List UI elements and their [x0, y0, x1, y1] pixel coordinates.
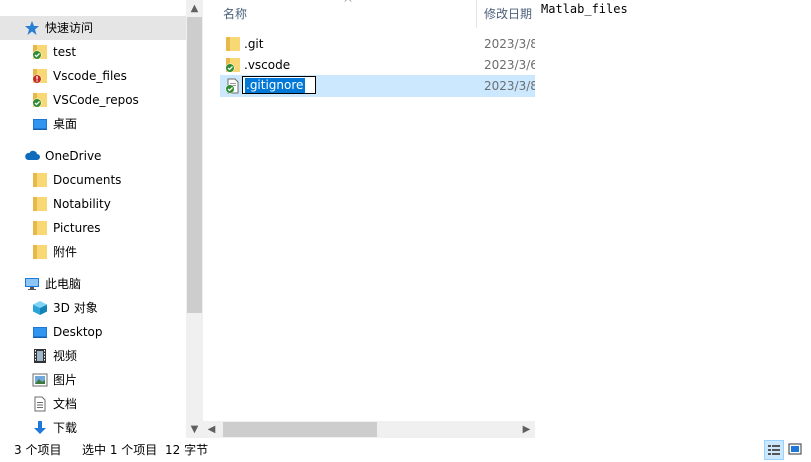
nav-item-documents[interactable]: Documents: [0, 168, 186, 192]
file-date: 2023/3/8: [484, 37, 535, 51]
nav-item-attachments[interactable]: 附件: [0, 240, 186, 264]
scroll-right-icon[interactable]: ▶: [518, 421, 535, 438]
nav-label: 附件: [53, 245, 78, 259]
document-icon: [34, 396, 46, 412]
file-name: .git: [244, 37, 264, 51]
nav-label: 桌面: [53, 117, 78, 131]
nav-label: Pictures: [53, 221, 101, 235]
nav-label: 3D 对象: [53, 301, 98, 315]
nav-item-desktop-cn[interactable]: 桌面: [0, 112, 186, 136]
file-list-hscrollbar[interactable]: ◀ ▶: [203, 421, 535, 438]
large-icons-view-icon: [788, 443, 802, 455]
nav-quick-access[interactable]: 快速访问: [0, 16, 186, 40]
file-date: 2023/3/8: [484, 79, 535, 93]
navigation-pane: 快速访问 test Vscode_files VSCode_repos 桌面 O…: [0, 0, 186, 438]
computer-icon: [25, 278, 39, 290]
scroll-down-icon[interactable]: ▼: [186, 421, 203, 438]
picture-icon: [32, 373, 48, 387]
nav-label: 下载: [53, 421, 78, 435]
nav-label: 图片: [53, 373, 78, 387]
nav-label: test: [53, 45, 77, 59]
nav-item-test[interactable]: test: [0, 40, 186, 64]
column-divider[interactable]: [476, 0, 477, 28]
folder-icon: [33, 173, 47, 187]
nav-item-3d-objects[interactable]: 3D 对象: [0, 296, 186, 320]
file-row[interactable]: .vscode 2023/3/6: [220, 54, 535, 76]
rename-input[interactable]: .gitignore: [242, 76, 316, 94]
nav-item-notability[interactable]: Notability: [0, 192, 186, 216]
scrollbar-thumb[interactable]: [223, 422, 377, 437]
nav-item-videos[interactable]: 视频: [0, 344, 186, 368]
sort-ascending-icon: ^: [343, 0, 354, 10]
nav-item-vscode-repos[interactable]: VSCode_repos: [0, 88, 186, 112]
details-view-button[interactable]: [764, 440, 784, 460]
nav-label: VSCode_repos: [53, 93, 139, 107]
file-date: 2023/3/6: [484, 58, 535, 72]
rename-text: .gitignore: [245, 78, 306, 93]
status-item-count: 3 个项目: [14, 443, 62, 457]
file-list-pane: ^ 名称 修改日期 .git 2023/3/8 .vscode 2023/3/6…: [203, 0, 535, 438]
nav-item-downloads[interactable]: 下载: [0, 416, 186, 438]
nav-label: 文档: [53, 397, 78, 411]
folder-error-icon: [32, 69, 47, 84]
nav-item-vscode-files[interactable]: Vscode_files: [0, 64, 186, 88]
file-synced-icon: [225, 78, 239, 94]
file-row-selected[interactable]: .gitignore 2023/3/8: [220, 75, 535, 97]
nav-item-desktop[interactable]: Desktop: [0, 320, 186, 344]
nav-label: Documents: [53, 173, 122, 187]
desktop-icon: [33, 119, 47, 130]
cube-icon: [33, 301, 47, 315]
status-selected: 选中 1 个项目: [82, 443, 158, 457]
nav-item-pictures-cn[interactable]: 图片: [0, 368, 186, 392]
folder-icon: [33, 197, 47, 211]
large-icons-view-button[interactable]: [786, 440, 806, 460]
nav-item-documents-cn[interactable]: 文档: [0, 392, 186, 416]
preview-pane: Matlab_files: [535, 0, 811, 438]
nav-item-pictures[interactable]: Pictures: [0, 216, 186, 240]
nav-label: OneDrive: [45, 149, 102, 163]
cloud-icon: [25, 150, 40, 160]
scrollbar-thumb[interactable]: [187, 17, 202, 313]
column-header-name[interactable]: 名称: [223, 0, 247, 28]
nav-label: 视频: [53, 349, 78, 363]
nav-label: Notability: [53, 197, 111, 211]
preview-text: Matlab_files: [541, 2, 628, 16]
nav-label: 快速访问: [45, 21, 94, 35]
folder-synced-icon: [32, 45, 47, 60]
folder-icon: [33, 245, 47, 259]
download-icon: [34, 421, 46, 434]
video-icon: [34, 349, 46, 363]
status-bar: 3 个项目 选中 1 个项目 12 字节: [0, 438, 811, 462]
nav-label: Desktop: [53, 325, 103, 339]
folder-synced-icon: [32, 93, 47, 108]
desktop-icon: [33, 327, 47, 338]
nav-label: Vscode_files: [53, 69, 127, 83]
star-icon: [25, 21, 39, 35]
folder-synced-icon: [225, 58, 240, 73]
nav-this-pc[interactable]: 此电脑: [0, 272, 186, 296]
nav-scrollbar[interactable]: ▲ ▼: [186, 0, 203, 438]
status-size: 12 字节: [165, 443, 209, 457]
column-header-date[interactable]: 修改日期: [484, 0, 532, 28]
nav-label: 此电脑: [45, 277, 82, 291]
folder-icon: [226, 37, 240, 51]
file-name: .vscode: [244, 58, 291, 72]
details-view-icon: [768, 445, 780, 455]
scroll-up-icon[interactable]: ▲: [186, 0, 203, 17]
file-row[interactable]: .git 2023/3/8: [220, 33, 535, 55]
nav-onedrive[interactable]: OneDrive: [0, 144, 186, 168]
scroll-left-icon[interactable]: ◀: [203, 421, 220, 438]
folder-icon: [33, 221, 47, 235]
